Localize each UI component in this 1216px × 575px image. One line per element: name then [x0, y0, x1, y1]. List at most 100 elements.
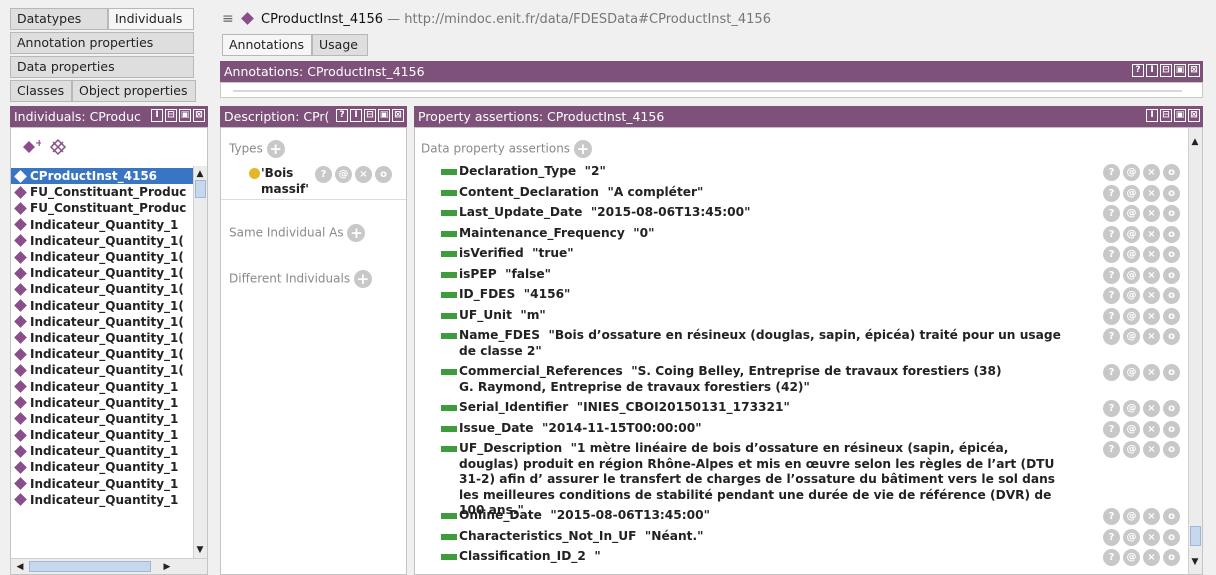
edit-icon[interactable]: o — [1163, 225, 1180, 243]
tab-individuals[interactable]: Individuals — [108, 8, 194, 30]
add-type-button[interactable]: + — [266, 140, 285, 158]
delete-icon[interactable]: × — [1143, 246, 1160, 263]
help-icon[interactable]: ? — [1103, 549, 1120, 566]
close-icon[interactable]: ⊠ — [392, 109, 404, 122]
individual-list-item[interactable]: Indicateur_Quantity_1 — [11, 492, 193, 508]
annotate-icon[interactable]: @ — [335, 166, 352, 183]
delete-icon[interactable]: × — [1143, 205, 1160, 222]
help-icon[interactable]: ? — [1103, 307, 1120, 325]
scroll-down-arrow[interactable]: ▼ — [1189, 556, 1201, 568]
help-icon[interactable]: ? — [1103, 266, 1120, 284]
delete-icon[interactable]: × — [1143, 307, 1160, 325]
delete-icon[interactable]: × — [1143, 549, 1160, 566]
annotate-icon[interactable]: @ — [1123, 328, 1140, 345]
data-property-assertion[interactable]: Characteristics_Not_In_UF "Néant."? @ × o — [441, 528, 1180, 546]
info-icon[interactable]: I — [1146, 109, 1158, 122]
edit-icon[interactable]: o — [1163, 364, 1180, 381]
tab-datatypes[interactable]: Datatypes — [10, 8, 108, 30]
edit-icon[interactable]: o — [1163, 287, 1180, 304]
delete-icon[interactable]: × — [1143, 164, 1160, 181]
delete-icon[interactable]: × — [1143, 328, 1160, 345]
help-icon[interactable]: ? — [1132, 64, 1144, 77]
help-icon[interactable]: ? — [1103, 205, 1120, 222]
minimize-icon[interactable]: ⊟ — [364, 109, 376, 122]
help-icon[interactable]: ? — [1103, 508, 1120, 525]
individual-list-item[interactable]: Indicateur_Quantity_1 — [11, 378, 193, 394]
data-property-assertion[interactable]: isVerified "true"? @ × o — [441, 246, 1180, 263]
delete-icon[interactable]: × — [1143, 266, 1160, 284]
annotate-icon[interactable]: @ — [1123, 364, 1140, 381]
delete-icon[interactable]: × — [1143, 441, 1160, 458]
individual-list-item[interactable]: Indicateur_Quantity_1( — [11, 346, 193, 362]
data-property-assertion[interactable]: Last_Update_Date "2015-08-06T13:45:00"? @… — [441, 205, 1180, 222]
delete-icon[interactable]: × — [1143, 400, 1160, 417]
annotate-icon[interactable]: @ — [1123, 266, 1140, 284]
annotate-icon[interactable]: @ — [1123, 307, 1140, 325]
individual-list-item[interactable]: Indicateur_Quantity_1( — [11, 330, 193, 346]
annotate-icon[interactable]: @ — [1123, 205, 1140, 222]
individual-list-item[interactable]: Indicateur_Quantity_1 — [11, 395, 193, 411]
edit-icon[interactable]: o — [1163, 205, 1180, 222]
scroll-left-arrow[interactable]: ◀ — [14, 561, 26, 573]
delete-icon[interactable]: × — [1143, 225, 1160, 243]
help-icon[interactable]: ? — [1103, 246, 1120, 263]
help-icon[interactable]: ? — [336, 109, 348, 122]
help-icon[interactable]: ? — [1103, 287, 1120, 304]
individual-list-item[interactable]: Indicateur_Quantity_1( — [11, 233, 193, 249]
edit-icon[interactable]: o — [1163, 266, 1180, 284]
data-property-assertion[interactable]: Serial_Identifier "INIES_CBOI20150131_17… — [441, 400, 1180, 417]
individual-list-item[interactable]: Indicateur_Quantity_1 — [11, 443, 193, 459]
edit-icon[interactable]: o — [1163, 400, 1180, 417]
individual-list-item[interactable]: FU_Constituant_Produc — [11, 200, 193, 216]
close-icon[interactable]: ⊠ — [193, 109, 205, 122]
individual-list-item[interactable]: Indicateur_Quantity_1 — [11, 217, 193, 233]
minimize-icon[interactable]: ⊟ — [165, 109, 177, 122]
delete-icon[interactable]: × — [1143, 420, 1160, 438]
individual-list-item[interactable]: Indicateur_Quantity_1 — [11, 476, 193, 492]
annotate-icon[interactable]: @ — [1123, 164, 1140, 181]
help-icon[interactable]: ? — [1103, 420, 1120, 438]
annotate-icon[interactable]: @ — [1123, 225, 1140, 243]
info-icon[interactable]: I — [350, 109, 362, 122]
help-icon[interactable]: ? — [1103, 441, 1120, 458]
tab-data-properties[interactable]: Data properties — [10, 56, 194, 78]
annotate-icon[interactable]: @ — [1123, 184, 1140, 202]
edit-icon[interactable]: o — [1163, 508, 1180, 525]
edit-icon[interactable]: o — [1163, 441, 1180, 458]
help-icon[interactable]: ? — [1103, 400, 1120, 417]
individual-list-item[interactable]: Indicateur_Quantity_1 — [11, 427, 193, 443]
edit-icon[interactable]: o — [1163, 184, 1180, 202]
edit-icon[interactable]: o — [1163, 328, 1180, 345]
data-property-assertion[interactable]: Name_FDES "Bois d’ossature en résineux (… — [441, 328, 1180, 359]
data-property-assertion[interactable]: Commercial_References "S. Coing Belley, … — [441, 364, 1180, 395]
minimize-icon[interactable]: ⊟ — [1160, 64, 1172, 77]
data-property-assertion[interactable]: UF_Unit "m"? @ × o — [441, 307, 1180, 325]
edit-icon[interactable]: o — [1163, 549, 1180, 566]
individual-list-item[interactable]: Indicateur_Quantity_1 — [11, 459, 193, 475]
close-icon[interactable]: ⊠ — [1188, 109, 1200, 122]
individual-list-item[interactable]: CProductInst_4156 — [11, 168, 193, 185]
annotate-icon[interactable]: @ — [1123, 246, 1140, 263]
delete-icon[interactable]: × — [1143, 508, 1160, 525]
delete-icon[interactable]: × — [1143, 287, 1160, 304]
tab-usage[interactable]: Usage — [312, 34, 368, 56]
scroll-down-arrow[interactable]: ▼ — [194, 544, 206, 556]
edit-icon[interactable]: o — [1163, 420, 1180, 438]
help-icon[interactable]: ? — [1103, 164, 1120, 181]
edit-icon[interactable]: o — [1163, 307, 1180, 325]
data-property-assertion[interactable]: Maintenance_Frequency "0"? @ × o — [441, 225, 1180, 243]
maximize-icon[interactable]: ▣ — [378, 109, 390, 122]
edit-icon[interactable]: o — [1163, 164, 1180, 181]
delete-icon[interactable]: × — [1143, 528, 1160, 546]
scroll-up-arrow[interactable]: ▲ — [194, 168, 206, 180]
data-property-assertion[interactable]: isPEP "false"? @ × o — [441, 266, 1180, 284]
data-property-assertion[interactable]: Online_Date "2015-08-06T13:45:00"? @ × o — [441, 508, 1180, 525]
add-individual-icon[interactable]: + — [21, 138, 43, 156]
annotate-icon[interactable]: @ — [1123, 400, 1140, 417]
data-property-assertion[interactable]: ID_FDES "4156"? @ × o — [441, 287, 1180, 304]
close-icon[interactable]: ⊠ — [1188, 64, 1200, 77]
data-property-assertion[interactable]: Issue_Date "2014-11-15T00:00:00"? @ × o — [441, 420, 1180, 438]
individual-list-item[interactable]: FU_Constituant_Produc — [11, 184, 193, 200]
tab-annotation-properties[interactable]: Annotation properties — [10, 32, 194, 54]
add-same-individual-button[interactable]: + — [347, 224, 366, 242]
